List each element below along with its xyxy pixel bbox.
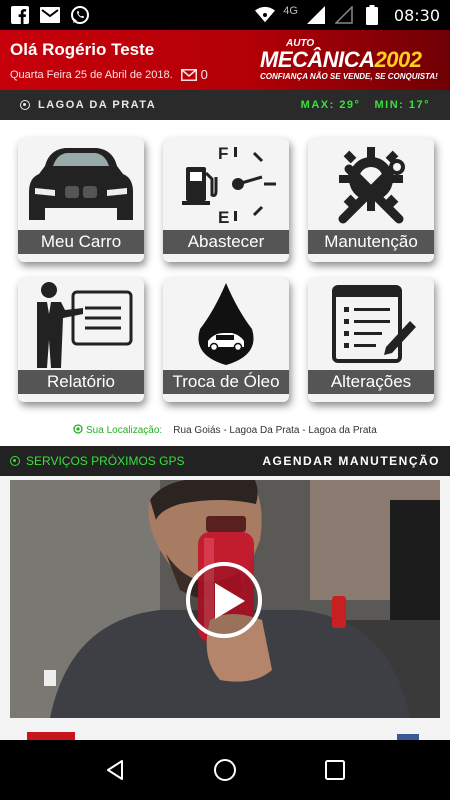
car-icon <box>18 138 144 230</box>
wifi-icon <box>255 5 276 25</box>
nearby-services-label: SERVIÇOS PRÓXIMOS GPS <box>26 454 185 468</box>
menu-tile-maintenance[interactable]: Manutenção <box>308 138 434 262</box>
fuel-gauge-icon: F E <box>163 138 289 230</box>
nearby-services-button[interactable]: SERVIÇOS PRÓXIMOS GPS <box>10 454 184 468</box>
logo-slogan: CONFIANÇA NÃO SE VENDE, SE CONQUISTA! <box>260 72 438 81</box>
recents-button[interactable] <box>315 750 355 790</box>
signal-icon <box>306 5 326 25</box>
schedule-maintenance-button[interactable]: AGENDAR MANUTENÇÃO <box>262 454 440 468</box>
svg-text:F: F <box>218 144 228 163</box>
logo-name: MECÂNICA <box>260 47 375 72</box>
location-dot-icon <box>73 424 83 434</box>
recents-square-icon <box>325 760 345 780</box>
menu-tile-refuel[interactable]: F E Abastecer <box>163 138 289 262</box>
logo-wordmark: MECÂNICA2002 <box>260 47 422 73</box>
tile-label: Troca de Óleo <box>163 370 289 394</box>
video-section <box>0 476 450 740</box>
weather-bar: LAGOA DA PRATA MAX: 29° MIN: 17° <box>0 90 450 120</box>
user-greeting: Olá Rogério Teste <box>10 40 155 59</box>
location-address: Rua Goiás - Lagoa Da Prata - Lagoa da Pr… <box>173 425 377 436</box>
location-label: Sua Localização: <box>86 425 163 436</box>
menu-tile-report[interactable]: Relatório <box>18 278 144 402</box>
facebook-icon <box>10 5 30 25</box>
gps-dot-icon <box>10 456 20 466</box>
tile-label: Manutenção <box>308 230 434 254</box>
status-bar: 4G 08:30 <box>0 0 450 30</box>
whatsapp-icon <box>70 5 90 25</box>
app-header: Olá Rogério Teste Quarta Feira 25 de Abr… <box>0 30 450 90</box>
svg-text:E: E <box>218 208 229 227</box>
battery-icon <box>362 5 382 25</box>
play-button-icon[interactable] <box>186 562 262 638</box>
min-temperature: MIN: 17° <box>374 99 430 111</box>
city-name: LAGOA DA PRATA <box>38 99 157 111</box>
oil-drop-icon <box>163 278 289 370</box>
tile-label: Alterações <box>308 370 434 394</box>
menu-tile-oil-change[interactable]: Troca de Óleo <box>163 278 289 402</box>
message-count: 0 <box>200 67 208 82</box>
logo-year: 2002 <box>374 47 422 72</box>
signal-empty-icon <box>334 5 354 25</box>
tile-label: Relatório <box>18 370 144 394</box>
home-circle-icon <box>214 759 236 781</box>
network-type: 4G <box>283 5 298 17</box>
android-navigation-bar <box>0 740 450 800</box>
clock: 08:30 <box>393 5 440 25</box>
tile-label: Abastecer <box>163 230 289 254</box>
location-line: Sua Localização: Rua Goiás - Lagoa Da Pr… <box>0 424 450 436</box>
document-edit-icon <box>308 278 434 370</box>
news-thumbnail[interactable] <box>27 732 75 740</box>
temperature-range: MAX: 29° MIN: 17° <box>301 99 430 111</box>
video-player[interactable] <box>10 480 440 718</box>
presentation-icon <box>18 278 144 370</box>
tools-gear-icon <box>308 138 434 230</box>
services-bar: SERVIÇOS PRÓXIMOS GPS AGENDAR MANUTENÇÃO <box>0 446 450 476</box>
messages-button[interactable]: 0 <box>180 67 208 82</box>
envelope-icon <box>180 68 197 81</box>
current-date: Quarta Feira 25 de Abril de 2018. <box>10 68 173 81</box>
location-dot-icon <box>20 100 30 110</box>
max-temperature: MAX: 29° <box>300 99 361 111</box>
menu-tile-changes[interactable]: Alterações <box>308 278 434 402</box>
menu-area: Meu Carro F E Abastecer Manutenção Relat… <box>0 120 450 446</box>
date-line: Quarta Feira 25 de Abril de 2018. 0 <box>10 67 208 82</box>
brand-logo: AUTO MECÂNICA2002 CONFIANÇA NÃO SE VENDE… <box>260 38 440 86</box>
city-indicator: LAGOA DA PRATA <box>20 99 156 111</box>
back-button[interactable] <box>95 750 135 790</box>
tile-label: Meu Carro <box>18 230 144 254</box>
home-button[interactable] <box>205 750 245 790</box>
gmail-icon <box>40 5 60 25</box>
location-label-wrap: Sua Localização: <box>73 424 165 436</box>
back-triangle-icon <box>107 760 123 780</box>
menu-tile-my-car[interactable]: Meu Carro <box>18 138 144 262</box>
